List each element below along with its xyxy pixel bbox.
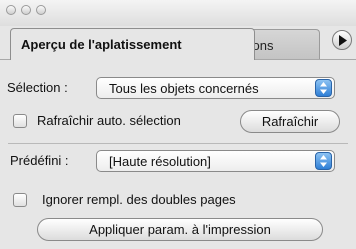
apply-to-print-button[interactable]: Appliquer param. à l'impression bbox=[37, 218, 323, 241]
selection-label: Sélection : bbox=[7, 80, 68, 95]
selection-value: Tous les objets concernés bbox=[109, 81, 259, 96]
title-bar bbox=[0, 0, 356, 26]
refresh-button[interactable]: Rafraîchir bbox=[240, 110, 340, 133]
minimize-window-button[interactable] bbox=[21, 5, 31, 15]
triangle-right-icon bbox=[339, 35, 347, 46]
flattener-preview-panel: tions Aperçu de l'aplatissement Sélectio… bbox=[0, 0, 356, 249]
section-divider bbox=[8, 143, 348, 144]
tab-flattener-preview[interactable]: Aperçu de l'aplatissement bbox=[10, 28, 255, 60]
refresh-button-label: Rafraîchir bbox=[261, 114, 319, 129]
preset-value: [Haute résolution] bbox=[109, 154, 211, 169]
preset-select[interactable]: [Haute résolution] bbox=[96, 150, 335, 172]
preset-label: Prédéfini : bbox=[10, 153, 69, 168]
ignore-spreads-label: Ignorer rempl. des doubles pages bbox=[42, 192, 236, 207]
up-down-arrows-icon bbox=[320, 155, 327, 167]
apply-to-print-button-label: Appliquer param. à l'impression bbox=[89, 222, 271, 237]
ignore-spreads-checkbox[interactable] bbox=[13, 193, 27, 207]
zoom-window-button[interactable] bbox=[36, 5, 46, 15]
selection-arrows bbox=[315, 79, 332, 97]
tab-flattener-preview-label: Aperçu de l'aplatissement bbox=[21, 37, 182, 52]
panel-menu-button[interactable] bbox=[332, 30, 352, 50]
up-down-arrows-icon bbox=[320, 82, 327, 94]
auto-refresh-label: Rafraîchir auto. sélection bbox=[37, 113, 181, 128]
tab-strip: tions Aperçu de l'aplatissement bbox=[0, 26, 356, 61]
preset-arrows bbox=[315, 152, 332, 170]
auto-refresh-checkbox[interactable] bbox=[13, 114, 27, 128]
selection-select[interactable]: Tous les objets concernés bbox=[96, 77, 335, 99]
close-window-button[interactable] bbox=[6, 5, 16, 15]
